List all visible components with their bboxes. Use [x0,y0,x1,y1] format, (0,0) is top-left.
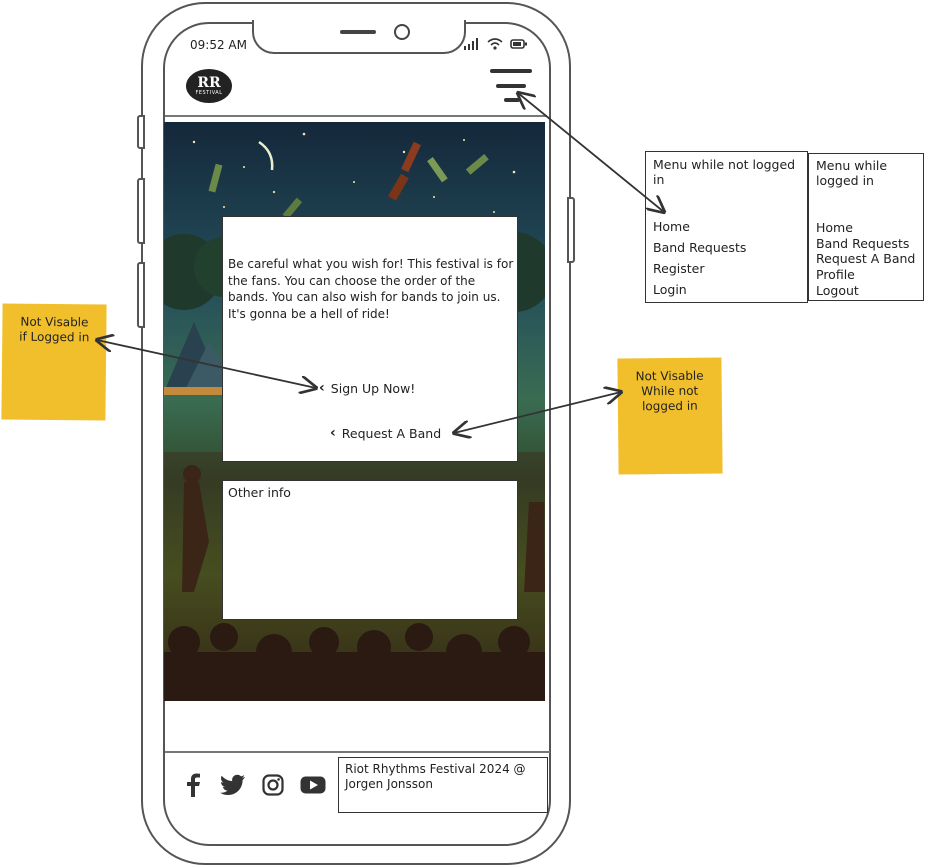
status-icons [464,36,528,50]
sticky-right-line2: While not [641,383,699,399]
menu-item-register[interactable]: Register [653,261,704,276]
menu-logged-out-panel: Menu while not logged in Home Band Reque… [645,151,808,303]
facebook-icon[interactable] [180,772,206,798]
menu-icon-bar-middle [496,84,526,88]
menu-item-login[interactable]: Login [653,282,687,297]
sticky-left-line1: Not Visable [20,314,89,330]
menu-item-logout[interactable]: Logout [816,283,859,298]
sign-up-button[interactable]: ‹ Sign Up Now! [319,380,415,396]
chevron-left-icon: ‹ [330,425,336,441]
request-band-button[interactable]: ‹ Request A Band [330,425,441,441]
logo-subtitle: FESTIVAL [195,89,223,96]
wifi-icon [487,37,503,50]
camera-icon [394,24,410,40]
menu-item-band-requests[interactable]: Band Requests [816,236,909,251]
menu-item-home[interactable]: Home [653,219,690,234]
sign-up-label: Sign Up Now! [330,380,416,396]
chevron-left-icon: ‹ [319,380,325,396]
header-divider [165,115,547,117]
youtube-icon[interactable] [300,772,326,798]
menu-item-profile[interactable]: Profile [816,267,855,282]
festival-logo[interactable]: RR FESTIVAL [186,69,232,103]
other-info-title: Other info [228,485,291,500]
sticky-note-left: Not Visable if Logged in [1,303,107,421]
menu-toggle-button[interactable] [490,67,532,107]
battery-icon [509,38,527,49]
menu-icon-bar-top [490,69,532,73]
speaker-grill [340,30,376,34]
sticky-note-right: Not Visable While not logged in [617,357,723,475]
menu-logged-in-title-line2: logged in [816,173,874,188]
twitter-icon[interactable] [220,772,246,798]
phone-notch [252,20,466,54]
menu-item-band-requests[interactable]: Band Requests [653,240,746,255]
menu-logged-in-title-line1: Menu while [816,158,888,173]
menu-logged-in-panel: Menu while logged in Home Band Requests … [808,153,924,301]
other-info-card [222,480,518,620]
phone-mute-switch [137,115,145,149]
menu-icon-bar-bottom [504,98,520,102]
menu-item-request-a-band[interactable]: Request A Band [816,251,915,266]
footer-copyright: Riot Rhythms Festival 2024 @ Jorgen Jons… [338,757,548,813]
phone-volume-down [137,262,145,328]
menu-logged-out-title: Menu while not logged in [653,157,796,187]
footer-divider [165,751,550,753]
request-band-label: Request A Band [341,425,442,441]
sticky-right-line1: Not Visable [635,368,704,384]
intro-text: Be careful what you wish for! This festi… [228,257,514,321]
sticky-right-line3: logged in [641,398,698,414]
signal-icon [464,37,478,50]
instagram-icon[interactable] [260,772,286,798]
status-time: 09:52 AM [190,38,247,52]
logo-initials: RR [197,74,221,91]
phone-volume-up [137,178,145,244]
menu-item-home[interactable]: Home [816,220,853,235]
phone-power-button [567,197,575,263]
sticky-left-line2: if Logged in [19,329,90,345]
